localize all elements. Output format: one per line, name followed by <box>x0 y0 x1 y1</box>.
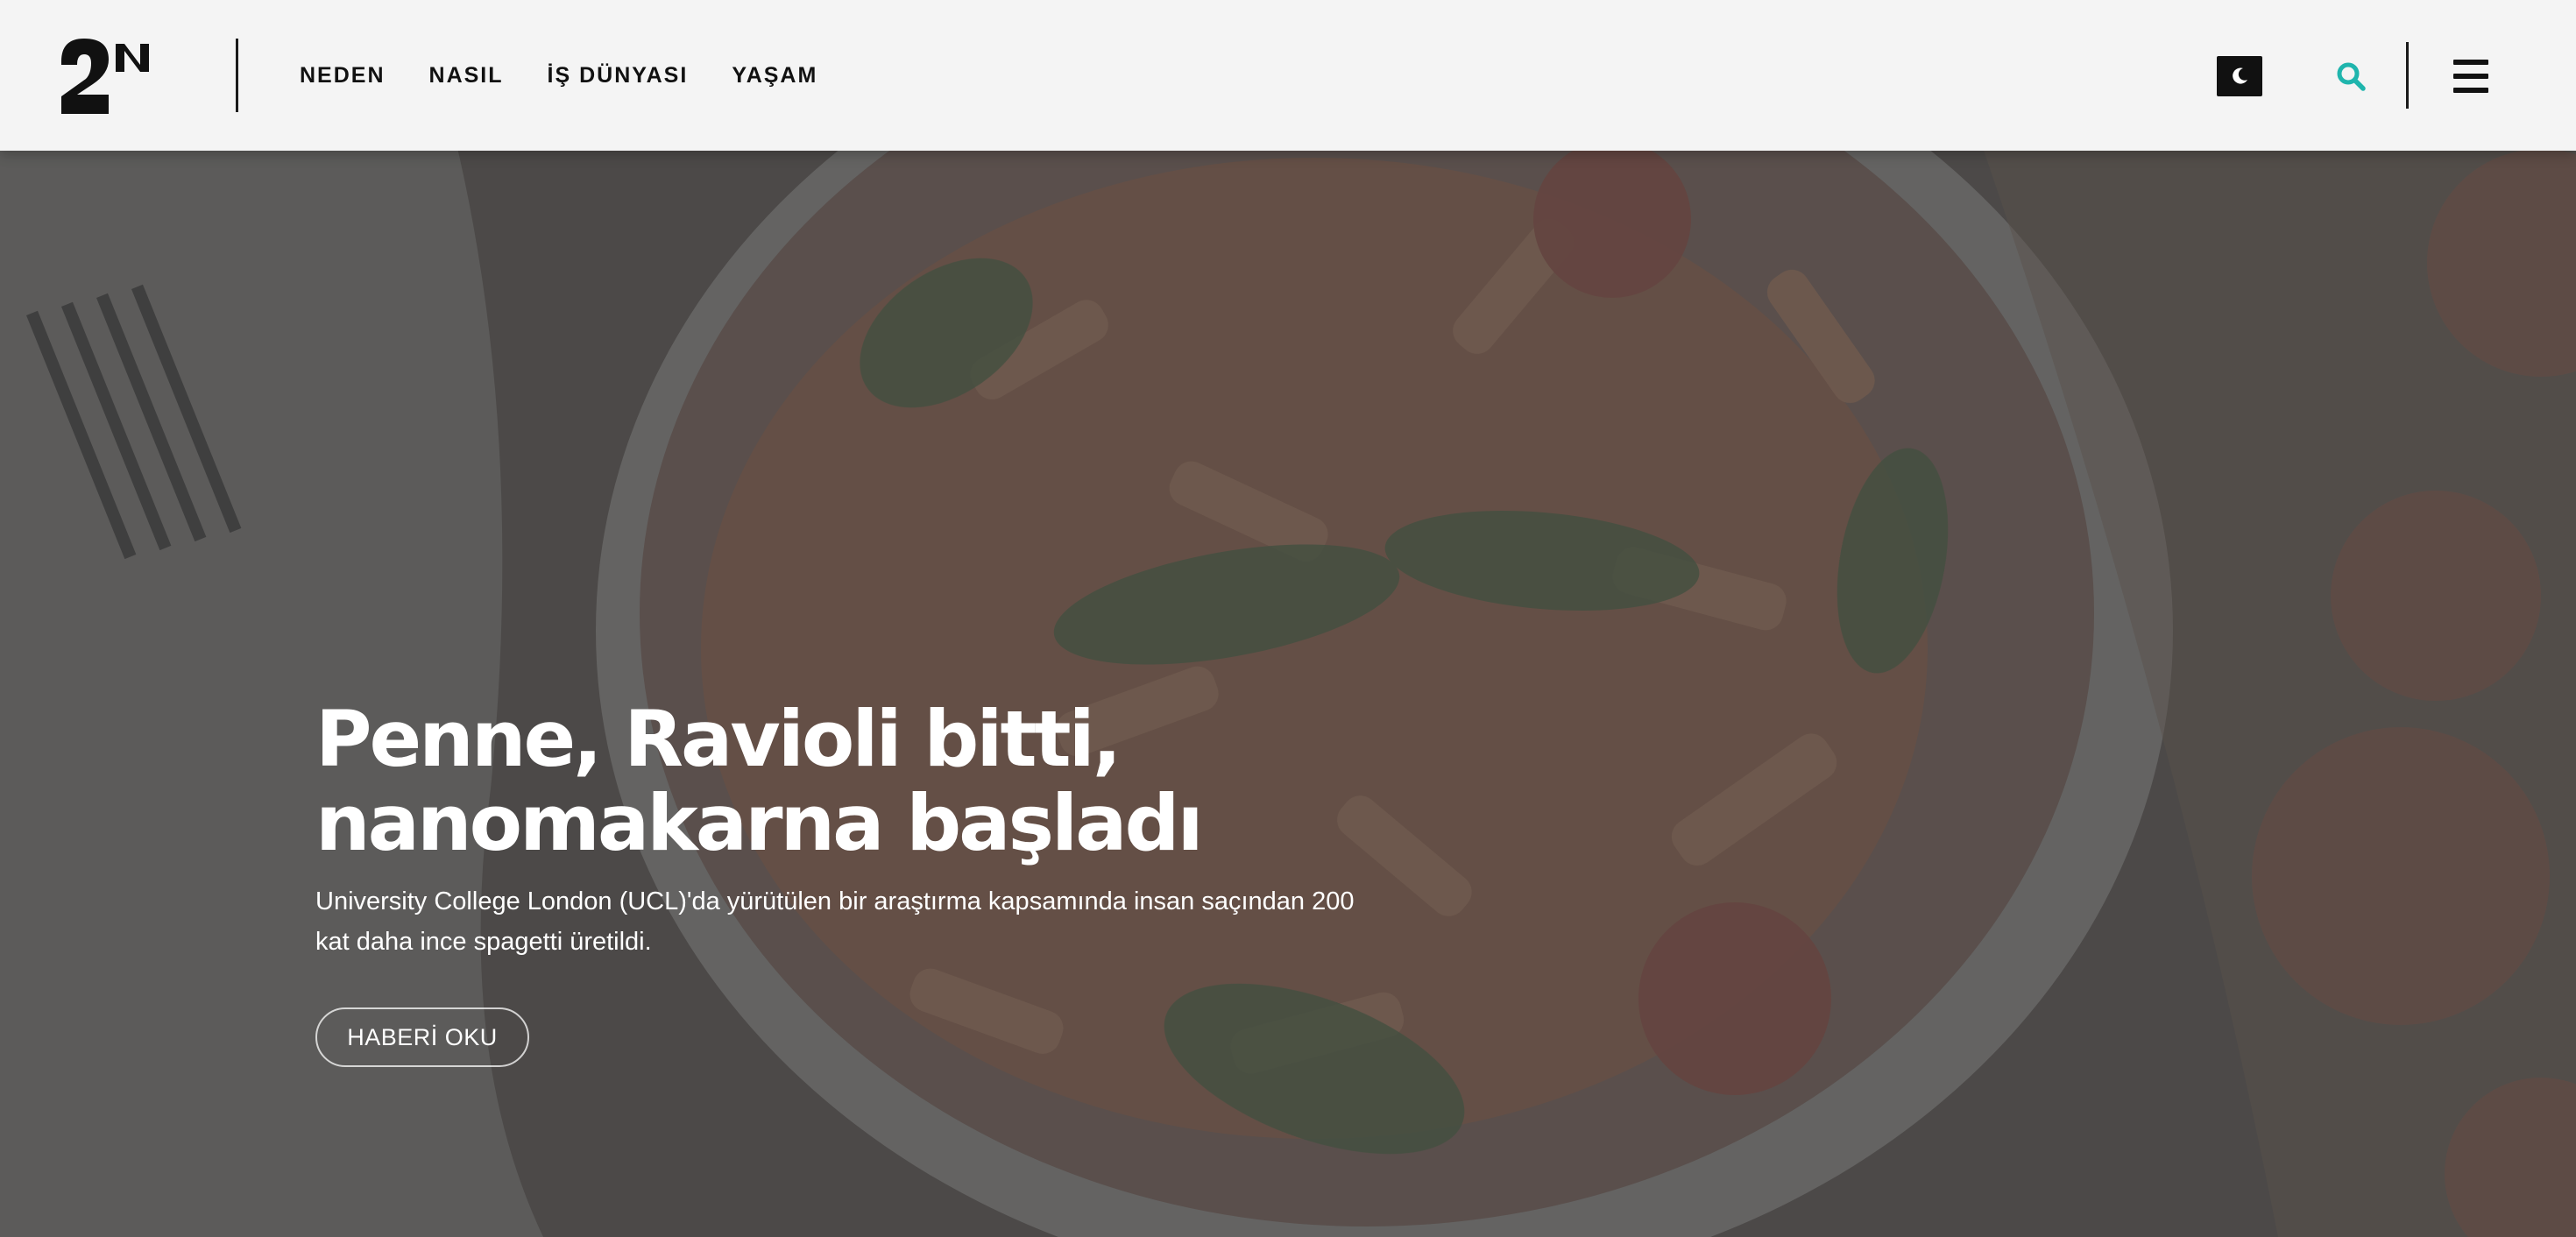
hero-section: Penne, Ravioli bitti, nanomakarna başlad… <box>0 0 2576 1237</box>
hero-title-line-1: Penne, Ravioli bitti, <box>315 694 1122 784</box>
header-divider-right <box>2406 42 2409 109</box>
logo-2n-icon <box>61 39 149 114</box>
nav-item-nasil[interactable]: NASIL <box>429 63 504 88</box>
hamburger-menu-button[interactable] <box>2453 60 2488 93</box>
read-article-button[interactable]: HABERİ OKU <box>315 1007 529 1067</box>
nav-item-is-dunyasi[interactable]: İŞ DÜNYASI <box>548 63 689 88</box>
search-icon <box>2337 62 2366 91</box>
search-button[interactable] <box>2332 58 2369 95</box>
header-divider-left <box>236 39 238 112</box>
nav-item-neden[interactable]: NEDEN <box>300 63 386 88</box>
main-nav: NEDEN NASIL İŞ DÜNYASI YAŞAM <box>300 0 817 151</box>
nav-item-yasam[interactable]: YAŞAM <box>732 63 817 88</box>
hero-subtitle: University College London (UCL)'da yürüt… <box>315 887 1355 956</box>
site-logo[interactable] <box>58 39 156 114</box>
moon-icon <box>2233 67 2247 84</box>
hero-title-line-2: nanomakarna başladı <box>315 778 1204 868</box>
hero-content: Penne, Ravioli bitti, nanomakarna başlad… <box>315 697 1437 1067</box>
dark-mode-toggle[interactable] <box>2217 56 2262 96</box>
hero-title: Penne, Ravioli bitti, nanomakarna başlad… <box>315 697 1437 866</box>
site-header: NEDEN NASIL İŞ DÜNYASI YAŞAM <box>0 0 2576 151</box>
